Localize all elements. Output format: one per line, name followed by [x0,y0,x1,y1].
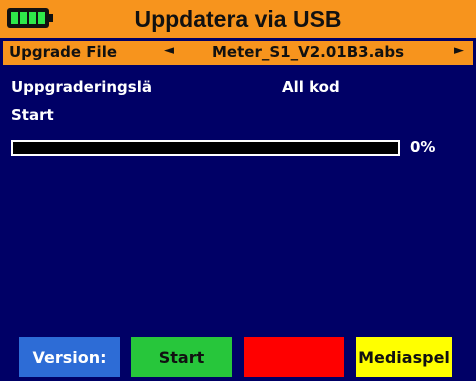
upgrade-file-name: Meter_S1_V2.01B3.abs [212,43,405,61]
next-file-arrow-icon[interactable]: ► [454,43,464,58]
mediaspel-button[interactable]: Mediaspel [356,337,452,377]
header-bar: Uppdatera via USB [0,0,476,38]
upgrade-file-selector[interactable]: Upgrade File ◄ Meter_S1_V2.01B3.abs ► [3,41,473,65]
version-button[interactable]: Version: [19,337,120,377]
upgrade-level-value[interactable]: All kod [282,78,340,96]
page-title: Uppdatera via USB [134,6,342,32]
red-button[interactable] [244,337,344,377]
start-button[interactable]: Start [131,337,232,377]
upgrade-file-label: Upgrade File [9,43,118,61]
upgrade-progress-bar [11,140,400,156]
upgrade-level-label: Uppgraderingslä [11,78,152,96]
progress-percent: 0% [410,138,436,156]
status-label: Start [11,106,54,124]
previous-file-arrow-icon[interactable]: ◄ [164,43,174,58]
